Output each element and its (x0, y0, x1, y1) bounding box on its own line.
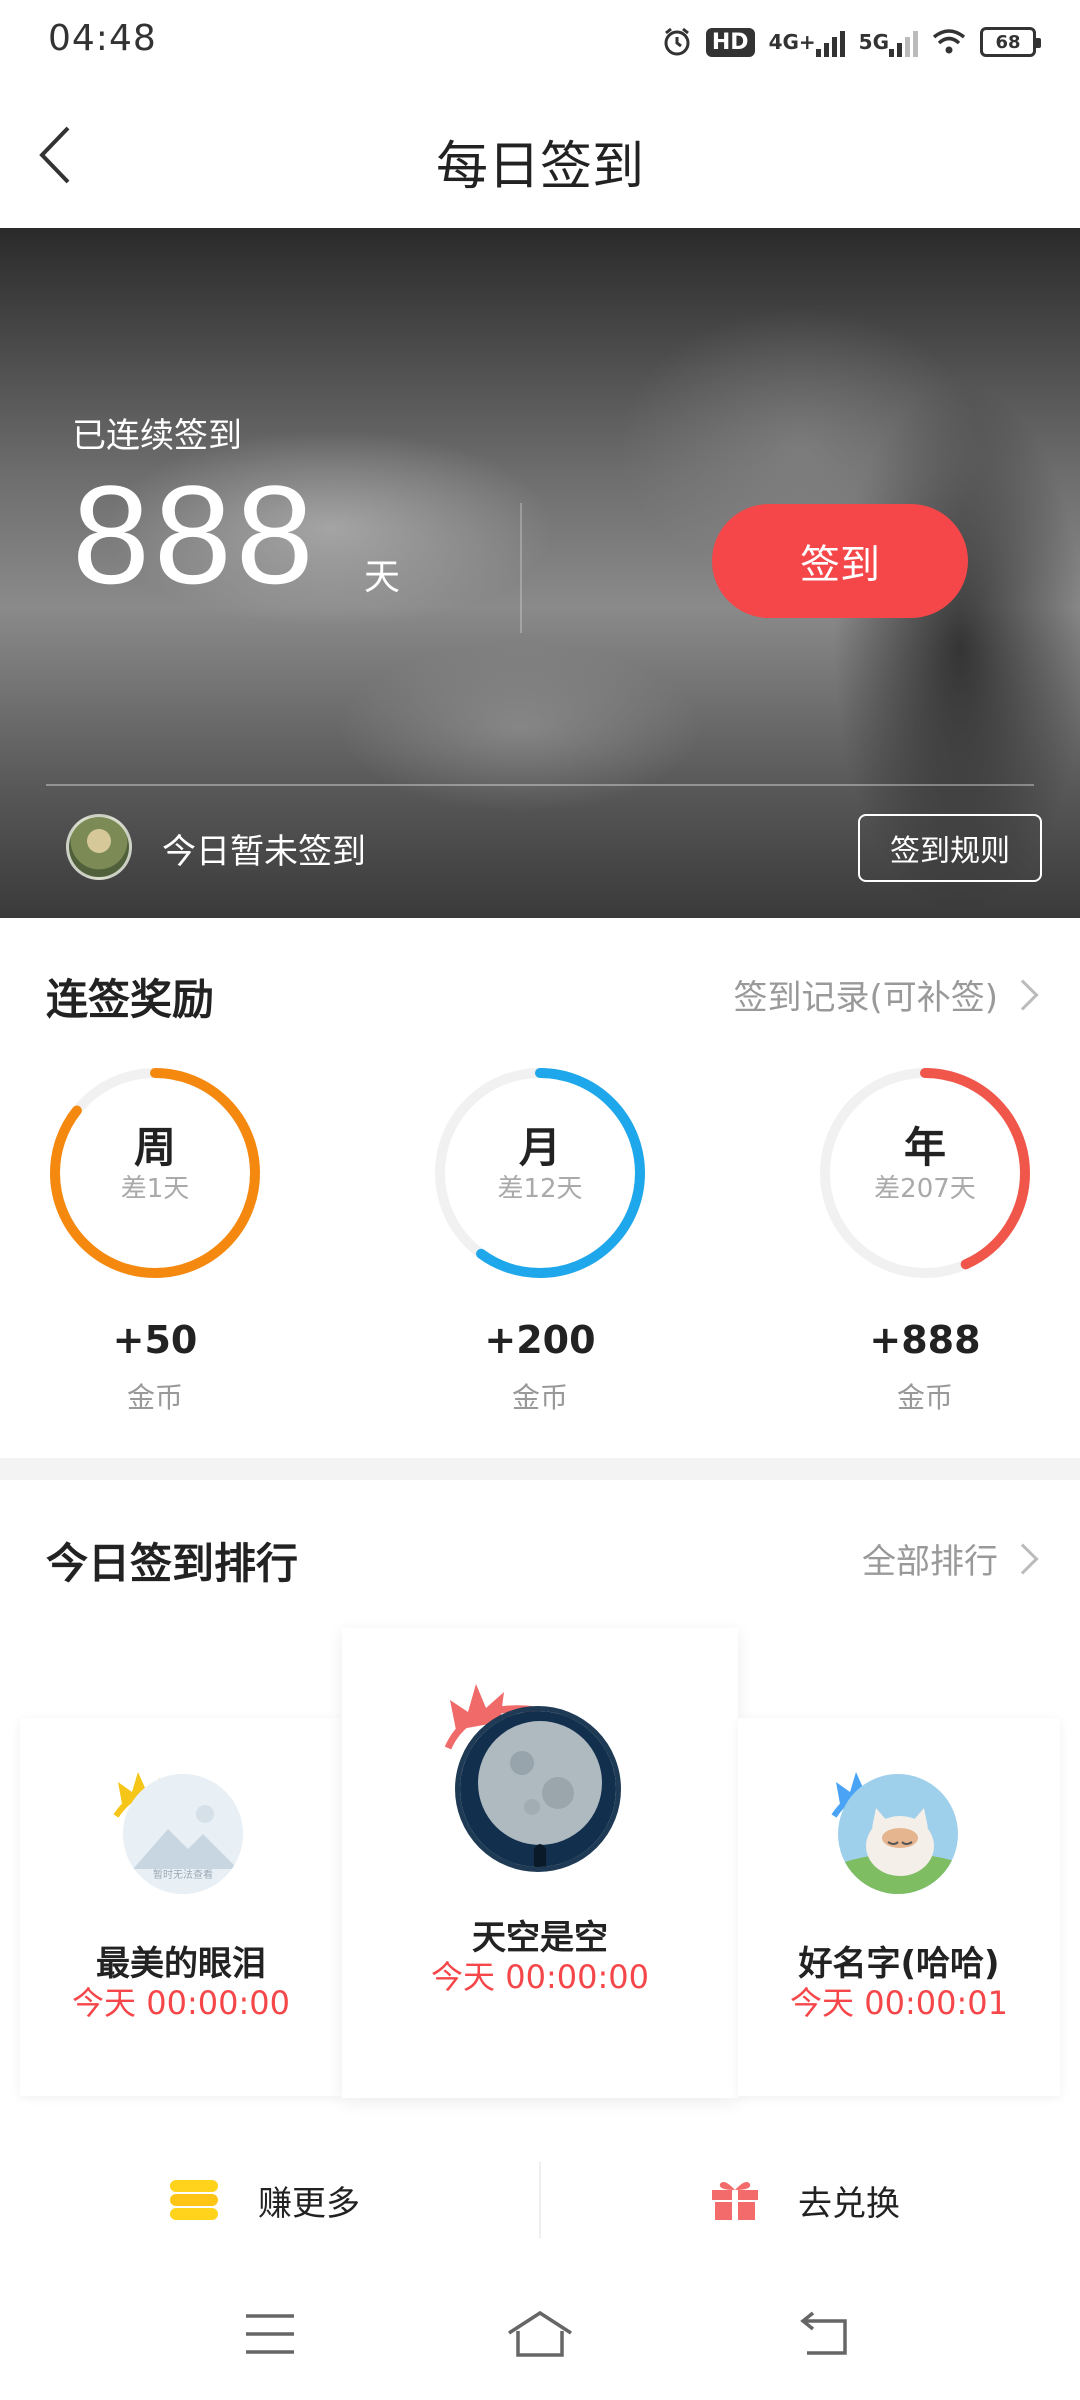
alarm-icon (662, 27, 692, 57)
action-divider (539, 2162, 541, 2238)
avatar[interactable] (66, 814, 132, 880)
record-link-label: 签到记录(可补签) (733, 978, 998, 1018)
rank-time: 今天 00:00:00 (72, 1984, 290, 2022)
action-bar: 赚更多 去兑换 (0, 2138, 1080, 2262)
ring-period-label: 年 (903, 1123, 946, 1172)
system-nav-bar (0, 2262, 1080, 2400)
rank-card-1[interactable]: 天空是空 今天 00:00:00 (342, 1628, 738, 2098)
chevron-right-icon (1007, 978, 1039, 1011)
status-time: 04:48 (48, 18, 157, 59)
menu-icon (246, 2314, 294, 2354)
menu-button[interactable] (230, 2302, 310, 2366)
ring-period-label: 周 (133, 1123, 176, 1172)
checkin-status: 今日暂未签到 (162, 832, 366, 872)
rank-card-3[interactable]: 好名字(哈哈) 今天 00:00:01 (738, 1718, 1060, 2096)
hero-divider (520, 503, 522, 633)
reward-unit: 金币 (126, 1381, 183, 1414)
exchange-label: 去兑换 (798, 2183, 900, 2224)
gift-icon (712, 2182, 758, 2220)
reward-unit: 金币 (896, 1381, 953, 1414)
streak-unit: 天 (364, 557, 401, 598)
return-icon (800, 2311, 847, 2355)
home-icon (508, 2310, 572, 2357)
section-divider (0, 1458, 1080, 1480)
chevron-right-icon (1007, 1542, 1039, 1575)
earn-more-button[interactable]: 赚更多 (168, 2138, 360, 2262)
ring-period-label: 月 (518, 1123, 561, 1172)
reward-amount: +200 (484, 1318, 596, 1362)
avatar: 暂时无法查看 (123, 1774, 243, 1894)
status-bar: 04:48 HD 4G+ 5G 68 (0, 0, 1080, 80)
exchange-button[interactable]: 去兑换 (710, 2138, 900, 2262)
checkin-record-link[interactable]: 签到记录(可补签) (733, 970, 1039, 1019)
avatar-placeholder-text: 暂时无法查看 (153, 1868, 213, 1881)
ring-remaining: 差12天 (497, 1174, 583, 1204)
hero-separator (46, 784, 1034, 786)
signal-4g-icon: 4G+ (769, 27, 845, 57)
all-ranking-link[interactable]: 全部排行 (862, 1534, 1039, 1583)
reward-year[interactable]: 年差207天 +888 金币 (805, 1060, 1045, 1420)
earn-more-label: 赚更多 (258, 2183, 360, 2224)
rank-card-2[interactable]: 暂时无法查看 最美的眼泪 今天 00:00:00 (20, 1718, 342, 2096)
checkin-button[interactable]: 签到 (712, 504, 968, 618)
hd-icon: HD (705, 27, 755, 57)
top-bar: 每日签到 (0, 80, 1080, 228)
net1-label: 4G+ (768, 30, 816, 54)
status-icons: HD 4G+ 5G 68 (662, 20, 1041, 64)
ring-remaining: 差1天 (120, 1174, 190, 1204)
wifi-icon (932, 28, 966, 56)
home-button[interactable] (500, 2302, 580, 2366)
avatar (455, 1706, 621, 1872)
rank-time: 今天 00:00:00 (431, 1958, 649, 1996)
streak-value: 888 (72, 456, 318, 613)
avatar (838, 1774, 958, 1894)
net2-label: 5G (858, 30, 889, 54)
rank-time: 今天 00:00:01 (790, 1984, 1008, 2022)
ranking-title: 今日签到排行 (46, 1539, 299, 1588)
signal-5g-icon: 5G (859, 27, 918, 57)
coins-icon (170, 2180, 218, 2220)
rules-button[interactable]: 签到规则 (858, 814, 1042, 882)
return-button[interactable] (784, 2302, 864, 2366)
all-ranking-label: 全部排行 (862, 1542, 998, 1582)
reward-unit: 金币 (511, 1381, 568, 1414)
ring-remaining: 差207天 (874, 1174, 976, 1204)
page-title: 每日签到 (435, 137, 644, 197)
battery-icon: 68 (980, 27, 1041, 57)
reward-amount: +50 (112, 1318, 198, 1362)
battery-level: 68 (995, 31, 1021, 53)
reward-week[interactable]: 周差1天 +50 金币 (35, 1060, 275, 1420)
reward-amount: +888 (869, 1318, 981, 1362)
rewards-title: 连签奖励 (46, 975, 215, 1024)
hero-banner: 已连续签到 888 天 签到 今日暂未签到 签到规则 (0, 228, 1080, 918)
reward-month[interactable]: 月差12天 +200 金币 (420, 1060, 660, 1420)
streak-label: 已连续签到 (72, 416, 242, 456)
